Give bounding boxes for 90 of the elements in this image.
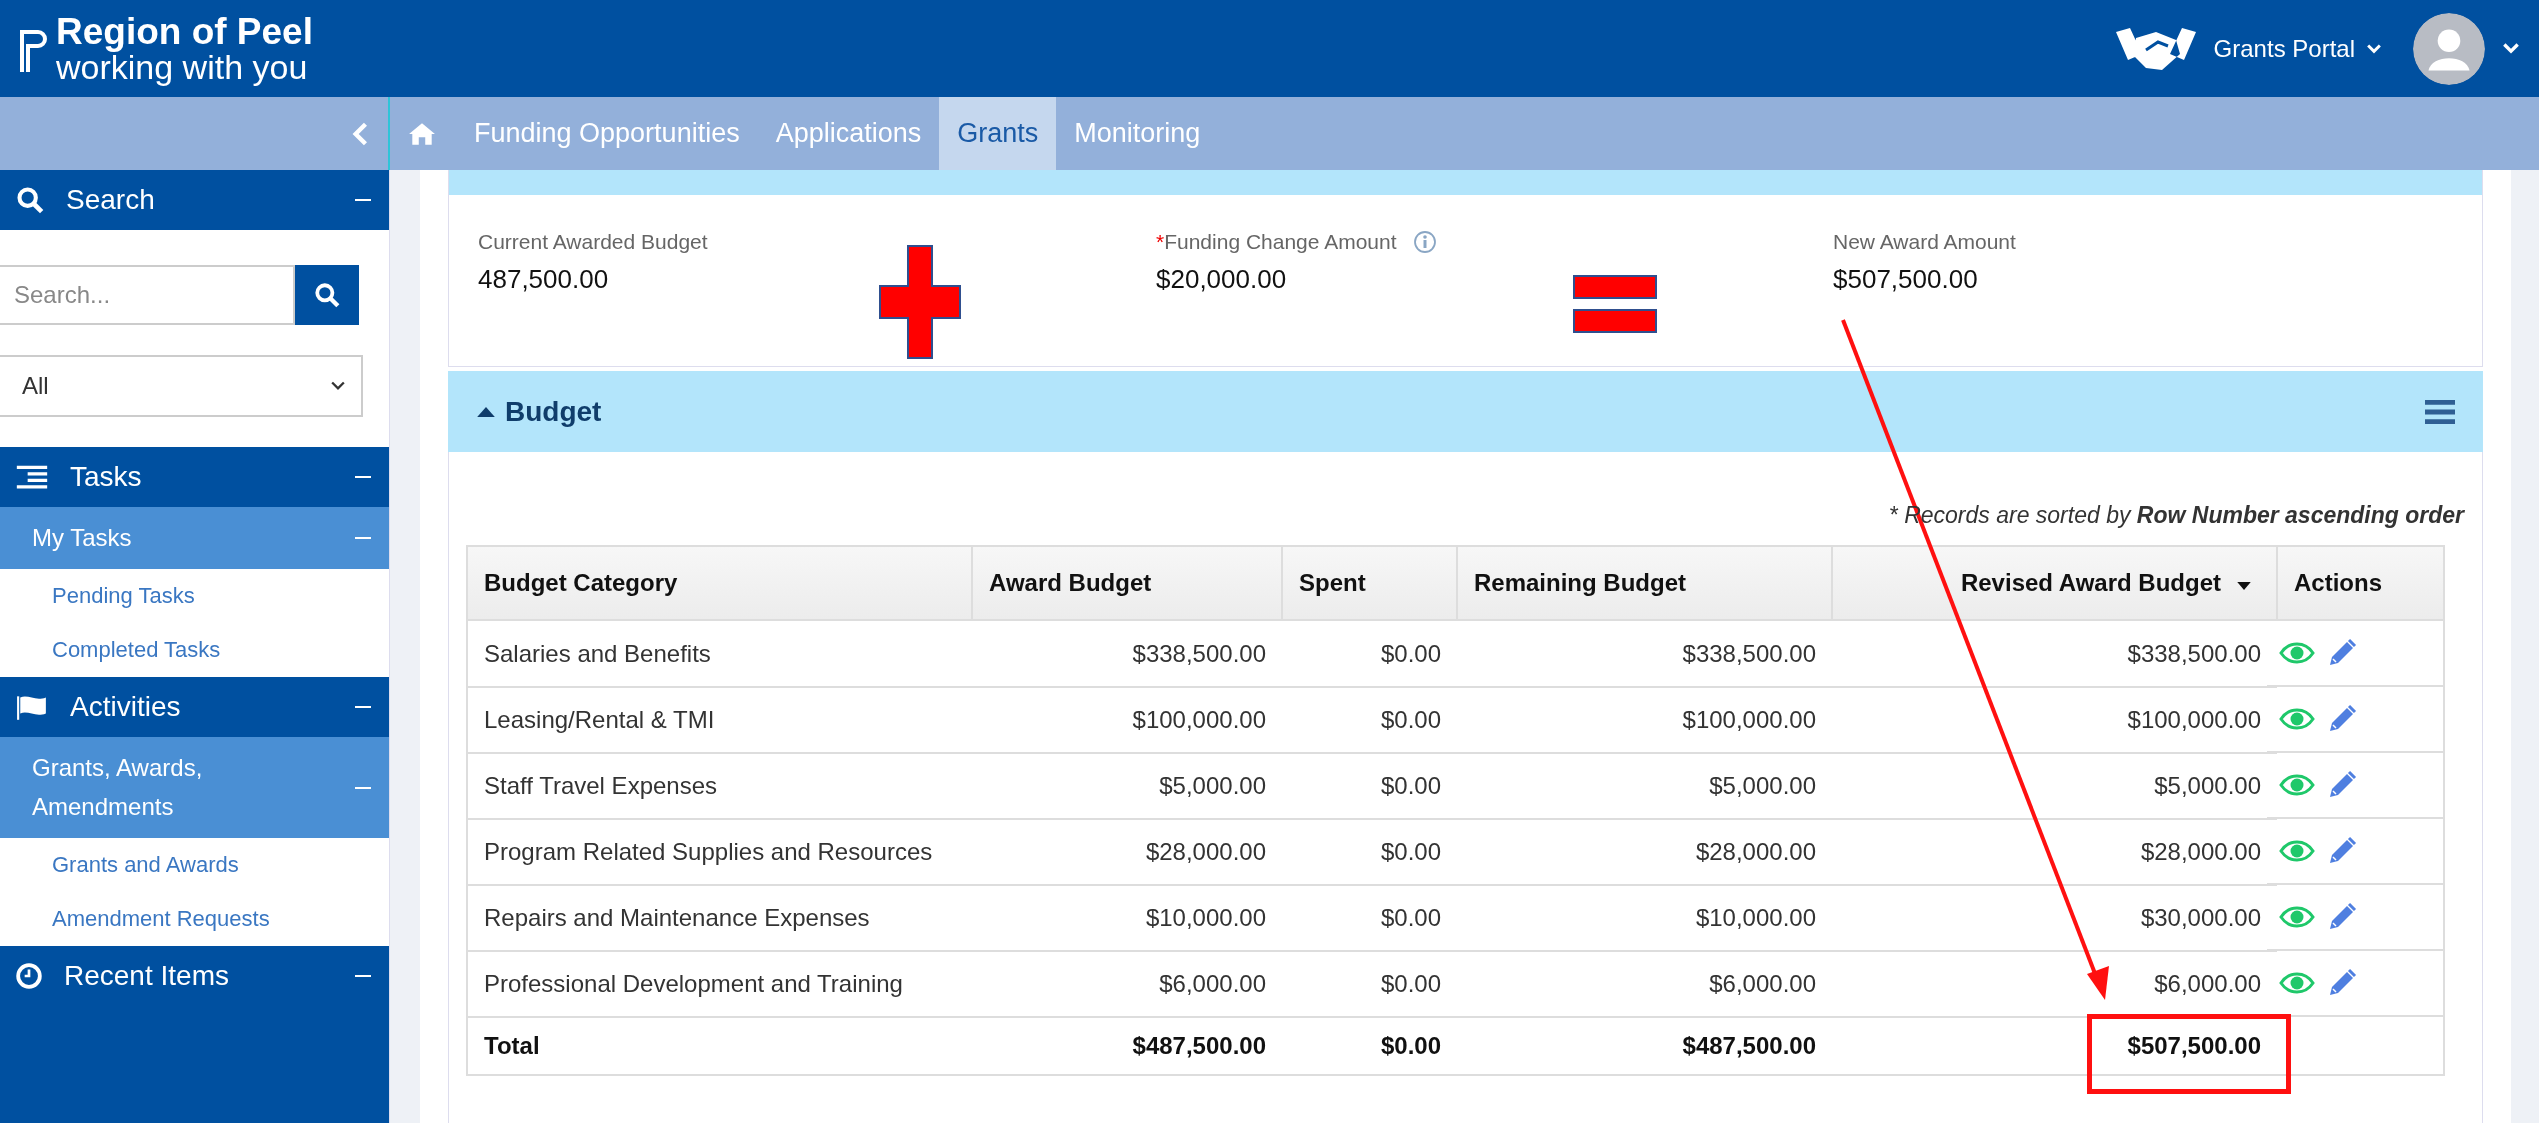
table-cell: $338,500.00 (1832, 620, 2277, 687)
sidebar-section-header[interactable]: Recent Items (0, 946, 389, 1007)
column-header[interactable]: Remaining Budget (1457, 546, 1832, 620)
table-cell: $338,500.00 (972, 620, 1282, 687)
table-cell: $507,500.00 (2127, 1032, 2261, 1059)
column-header[interactable]: Revised Award Budget (1832, 546, 2237, 620)
field-value: $20,000.00 (1156, 264, 1288, 295)
table-cell: $28,000.00 (1832, 819, 2277, 885)
pencil-icon[interactable] (2327, 968, 2357, 998)
table-cell: Leasing/Rental & TMI (467, 687, 972, 753)
sidebar-section-header[interactable]: Activities (0, 677, 389, 738)
table-cell: $338,500.00 (1457, 620, 1832, 687)
table-cell: $0.00 (1282, 753, 1457, 819)
table-cell: $5,000.00 (1832, 753, 2277, 819)
table-cell: $0.00 (1282, 1017, 1457, 1075)
search-field[interactable]: Search... (0, 265, 295, 325)
column-header[interactable]: Spent (1282, 546, 1457, 620)
table-cell: $5,000.00 (1457, 753, 1832, 819)
collapse-icon[interactable] (355, 706, 371, 709)
table-cell: $28,000.00 (972, 819, 1282, 885)
table-cell: $100,000.00 (1832, 687, 2277, 753)
chevron-down-icon (331, 381, 345, 391)
collapse-icon[interactable] (355, 537, 371, 540)
collapse-icon[interactable] (355, 975, 371, 978)
table-cell: $100,000.00 (972, 687, 1282, 753)
sidebar-link[interactable]: Grants and Awards (0, 838, 389, 893)
eye-icon[interactable] (2279, 905, 2315, 929)
search-button[interactable] (295, 265, 359, 325)
nav-tab[interactable]: Grants (939, 97, 1057, 170)
field-value: 487,500.00 (478, 264, 610, 295)
table-cell: Program Related Supplies and Resources (467, 819, 972, 885)
column-header[interactable]: Budget Category (467, 546, 972, 620)
eye-icon[interactable] (2279, 839, 2315, 863)
table-cell: Professional Development and Training (467, 951, 972, 1017)
table-cell: $30,000.00 (1832, 885, 2277, 951)
table-cell: $487,500.00 (1457, 1017, 1832, 1075)
table-cell: $100,000.00 (1457, 687, 1832, 753)
field-label: Current Awarded Budget (478, 230, 708, 254)
menu-icon[interactable] (2425, 398, 2455, 425)
eye-icon[interactable] (2279, 773, 2315, 797)
eye-icon[interactable] (2279, 971, 2315, 995)
filter-dropdown[interactable]: All (0, 355, 363, 417)
table-cell: $6,000.00 (1457, 951, 1832, 1017)
table-cell: Staff Travel Expenses (467, 753, 972, 819)
table-cell: $487,500.00 (972, 1017, 1282, 1075)
table-cell: $0.00 (1282, 687, 1457, 753)
sidebar-link[interactable]: Pending Tasks (0, 569, 389, 624)
collapse-sidebar-icon[interactable] (352, 121, 368, 146)
eye-icon[interactable] (2279, 641, 2315, 665)
column-header[interactable]: Award Budget (972, 546, 1282, 620)
field-label: New Award Amount (1833, 230, 2016, 254)
sidebar-section-header[interactable]: Tasks (0, 447, 389, 507)
table-cell: $6,000.00 (972, 951, 1282, 1017)
list-icon (16, 464, 48, 490)
table-cell: $0.00 (1282, 951, 1457, 1017)
table-cell: $0.00 (1282, 819, 1457, 885)
table-cell: $10,000.00 (972, 885, 1282, 951)
field-label: *Funding Change Amount (1156, 230, 1397, 254)
clock-icon (16, 963, 42, 990)
field-value: $507,500.00 (1833, 264, 1979, 295)
pencil-icon[interactable] (2327, 770, 2357, 800)
flag-icon (16, 694, 48, 721)
chevron-down-icon (2367, 43, 2381, 54)
table-cell: Repairs and Maintenance Expenses (467, 885, 972, 951)
search-icon (16, 186, 44, 214)
pencil-icon[interactable] (2327, 902, 2357, 932)
info-icon[interactable] (1412, 230, 1437, 254)
sidebar-section-header[interactable]: Search (0, 170, 389, 230)
eye-icon[interactable] (2279, 707, 2315, 731)
portal-menu[interactable]: Grants Portal (2213, 34, 2381, 63)
pencil-icon[interactable] (2327, 638, 2357, 668)
table-cell: $0.00 (1282, 885, 1457, 951)
pencil-icon[interactable] (2327, 704, 2357, 734)
table-cell: Salaries and Benefits (467, 620, 972, 687)
sidebar-link[interactable]: Completed Tasks (0, 623, 389, 678)
home-icon[interactable] (408, 121, 436, 146)
sort-caret-icon[interactable] (2237, 582, 2251, 591)
search-icon (314, 282, 340, 308)
sidebar-link[interactable]: Amendment Requests (0, 892, 389, 947)
pencil-icon[interactable] (2327, 836, 2357, 866)
table-cell: $5,000.00 (972, 753, 1282, 819)
table-cell: Total (467, 1017, 972, 1075)
collapse-icon[interactable] (355, 786, 371, 789)
column-header[interactable]: Actions (2277, 546, 2444, 620)
logo-title: Region of Peel (56, 13, 313, 50)
caret-up-icon (477, 406, 495, 417)
table-cell: $28,000.00 (1457, 819, 1832, 885)
table-cell: $0.00 (1282, 620, 1457, 687)
chevron-down-icon[interactable] (2503, 43, 2519, 54)
table-cell: $10,000.00 (1457, 885, 1832, 951)
